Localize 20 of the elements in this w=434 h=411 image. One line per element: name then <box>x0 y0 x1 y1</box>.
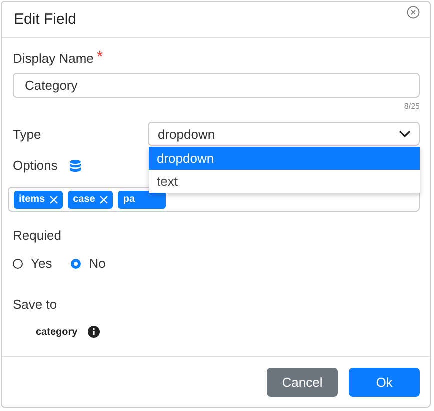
save-target: category <box>36 326 78 338</box>
dropdown-option[interactable]: dropdown <box>149 147 420 170</box>
dropdown-select[interactable]: dropdown <box>148 122 420 146</box>
dialog-title: Edit Field <box>14 11 77 28</box>
field-label: Type <box>13 126 42 142</box>
radio-option[interactable]: No <box>71 256 106 271</box>
tag: pa <box>118 190 166 208</box>
field-label: Save to <box>13 297 58 312</box>
input-field[interactable]: Category <box>13 73 420 98</box>
character-counter: 8/25 <box>403 102 420 111</box>
field-label: Options <box>13 158 58 173</box>
required-mark: * <box>96 49 104 67</box>
field-label: Display Name <box>13 50 94 66</box>
cancel-button[interactable]: Cancel <box>267 368 338 396</box>
radio-option[interactable]: Yes <box>13 256 52 271</box>
tag-input[interactable]: items case pa <box>8 187 420 212</box>
tag: items <box>14 190 64 208</box>
field-label: Requied <box>13 228 62 243</box>
ok-button[interactable]: Ok <box>349 368 420 396</box>
tag: case <box>68 190 114 208</box>
